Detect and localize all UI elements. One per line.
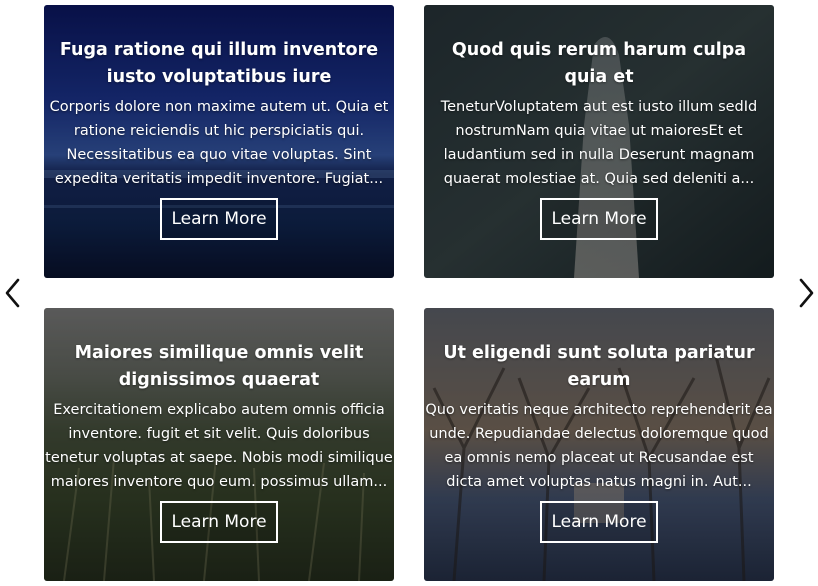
post-card: Quod quis rerum harum culpa quia et Tene… [424, 5, 774, 278]
carousel-next-button[interactable] [795, 277, 817, 309]
learn-more-button[interactable]: Learn More [540, 198, 658, 240]
card-title: Maiores similique omnis velit dignissimo… [74, 343, 364, 390]
card-excerpt: Corporis dolore non maxime autem ut. Qui… [49, 99, 389, 187]
card-title: Ut eligendi sunt soluta pariatur earum [443, 343, 755, 390]
learn-more-button[interactable]: Learn More [160, 198, 278, 240]
card-excerpt: TeneturVoluptatem aut est iusto illum se… [440, 99, 758, 187]
card-title: Quod quis rerum harum culpa quia et [451, 40, 747, 87]
card-excerpt: Exercitationem explicabo autem omnis off… [45, 402, 393, 490]
post-card: Maiores similique omnis velit dignissimo… [44, 308, 394, 581]
card-excerpt: Quo veritatis neque architecto reprehend… [425, 402, 773, 490]
post-card: Ut eligendi sunt soluta pariatur earum Q… [424, 308, 774, 581]
card-title: Fuga ratione qui illum inventore iusto v… [59, 40, 379, 87]
carousel-prev-button[interactable] [2, 277, 24, 309]
post-card: Fuga ratione qui illum inventore iusto v… [44, 5, 394, 278]
learn-more-button[interactable]: Learn More [160, 501, 278, 543]
chevron-left-icon [5, 278, 20, 308]
learn-more-button[interactable]: Learn More [540, 501, 658, 543]
chevron-right-icon [799, 278, 814, 308]
card-carousel: Fuga ratione qui illum inventore iusto v… [0, 0, 818, 586]
